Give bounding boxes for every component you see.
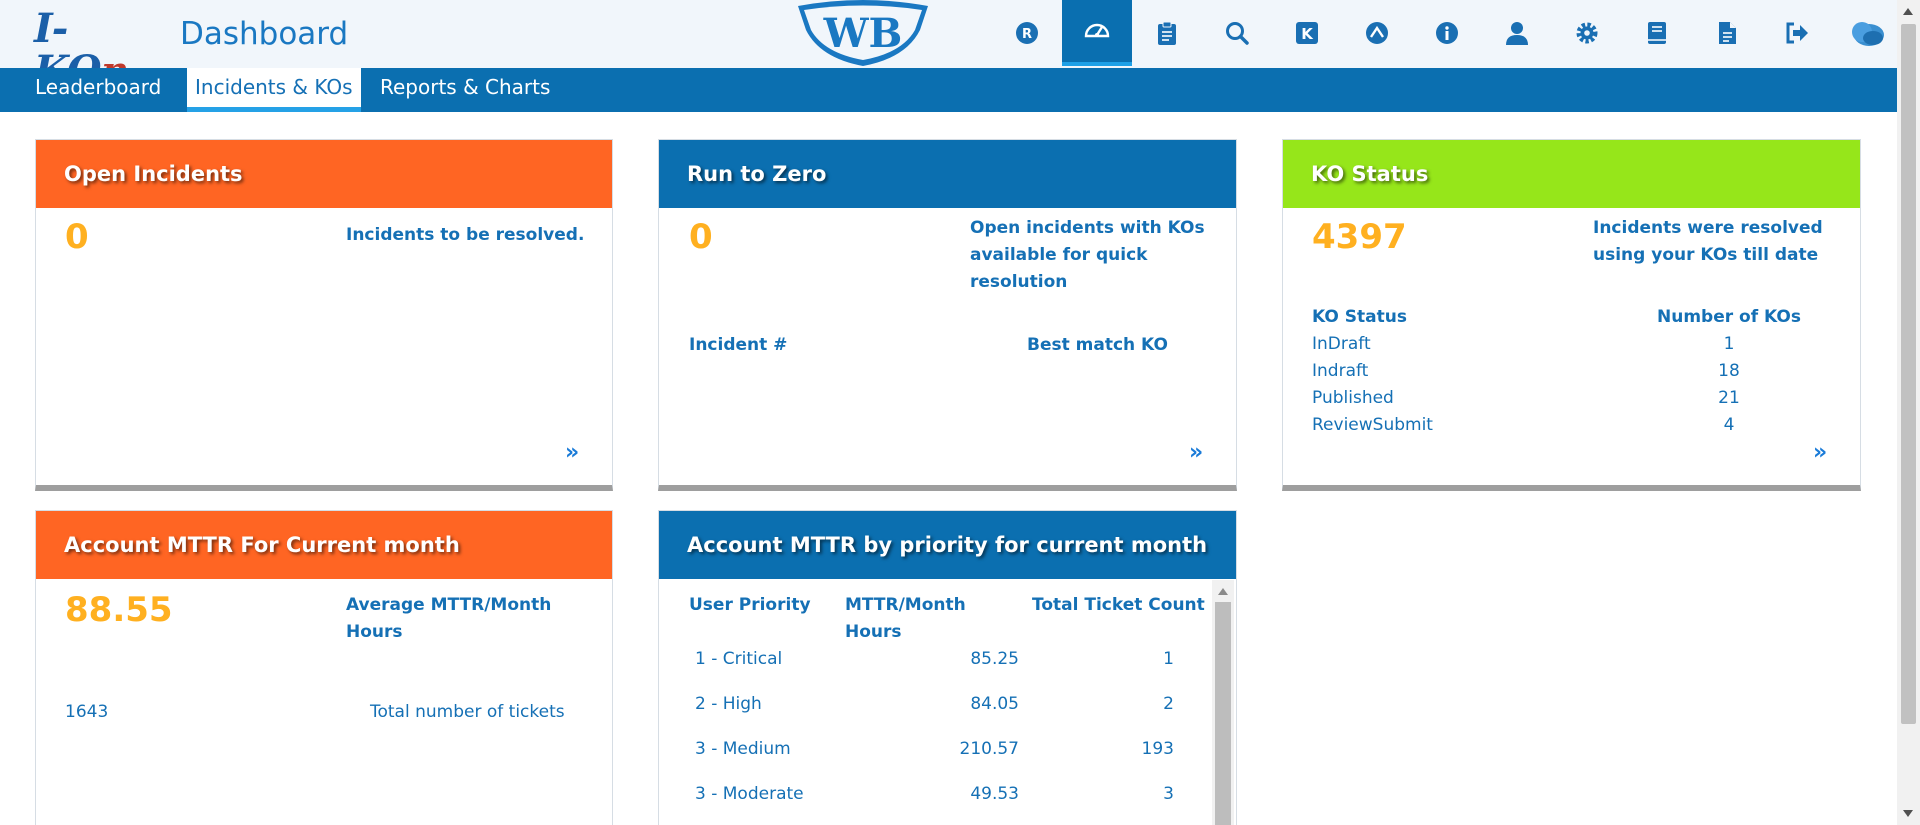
ko-status-row-count: 21 xyxy=(1718,388,1740,408)
priority-row-count: 1 xyxy=(1163,649,1174,669)
priority-row-label: 3 - Moderate xyxy=(695,784,804,804)
priority-row-label: 1 - Critical xyxy=(695,649,783,669)
ko-status-label-line-1: Incidents were resolved xyxy=(1593,218,1823,238)
scroll-down-arrow-icon[interactable] xyxy=(1903,810,1913,817)
open-incidents-label: Incidents to be resolved. xyxy=(346,225,585,245)
run-to-zero-col-incident: Incident # xyxy=(689,335,788,355)
book-icon[interactable] xyxy=(1622,0,1692,66)
search-icon[interactable] xyxy=(1202,0,1272,66)
run-to-zero-label-line-3: resolution xyxy=(970,272,1068,292)
ikon-logo[interactable]: I-KOη Incident Knowledge Object based St… xyxy=(34,8,149,98)
page-title: Dashboard xyxy=(180,16,349,52)
ko-status-col-status: KO Status xyxy=(1312,307,1407,327)
ko-status-row-count: 18 xyxy=(1718,361,1740,381)
ko-status-row-count: 4 xyxy=(1723,415,1735,435)
mttr-priority-card: Account MTTR by priority for current mon… xyxy=(658,510,1237,825)
ko-status-row-status: InDraft xyxy=(1312,334,1371,354)
mttr-tickets-label: Total number of tickets xyxy=(370,702,565,722)
svg-text:K: K xyxy=(1301,25,1314,43)
run-to-zero-col-ko: Best match KO xyxy=(1027,335,1168,355)
ko-status-row-count: 1 xyxy=(1723,334,1735,354)
info-icon[interactable] xyxy=(1412,0,1482,66)
scroll-up-arrow-icon[interactable] xyxy=(1903,8,1913,15)
mttr-priority-col-priority: User Priority xyxy=(689,595,811,615)
wb-logo-text: WB xyxy=(823,10,903,57)
ko-status-label: Incidents were resolved using your KOs t… xyxy=(1593,215,1823,269)
top-header: I-KOη Incident Knowledge Object based St… xyxy=(0,0,1897,98)
run-to-zero-value: 0 xyxy=(689,217,713,257)
priority-row-count: 2 xyxy=(1163,694,1174,714)
run-to-zero-label: Open incidents with KOs available for qu… xyxy=(970,215,1205,296)
mttr-month-title: Account MTTR For Current month xyxy=(36,511,612,579)
scrollbar-thumb[interactable] xyxy=(1901,24,1916,724)
ko-status-row-status: ReviewSubmit xyxy=(1312,415,1433,435)
priority-row-mttr: 85.25 xyxy=(970,649,1019,669)
run-to-zero-label-line-1: Open incidents with KOs xyxy=(970,218,1205,238)
priority-table-scrollbar[interactable] xyxy=(1212,580,1234,825)
ko-status-label-line-2: using your KOs till date xyxy=(1593,245,1819,265)
scrollbar-thumb[interactable] xyxy=(1215,602,1231,825)
open-incidents-card: Open Incidents 0 Incidents to be resolve… xyxy=(35,139,613,491)
priority-row-mttr: 210.57 xyxy=(959,739,1019,759)
scroll-up-arrow-icon[interactable] xyxy=(1218,588,1228,595)
ko-status-row-status: Indraft xyxy=(1312,361,1369,381)
mttr-priority-col-mttr-line-1: MTTR/Month xyxy=(845,595,966,615)
svg-text:R: R xyxy=(1022,27,1032,42)
mttr-month-label: Average MTTR/Month Hours xyxy=(346,595,552,642)
wb-logo: WB xyxy=(798,0,928,66)
page-scrollbar[interactable] xyxy=(1897,0,1920,825)
tab-reports-charts[interactable]: Reports & Charts xyxy=(380,68,550,112)
tab-incidents-kos[interactable]: Incidents & KOs xyxy=(187,68,361,112)
priority-row-mttr: 84.05 xyxy=(970,694,1019,714)
speedometer-icon[interactable] xyxy=(1062,0,1132,66)
clipboard-icon[interactable] xyxy=(1132,0,1202,66)
user-icon[interactable] xyxy=(1482,0,1552,66)
mttr-priority-title: Account MTTR by priority for current mon… xyxy=(659,511,1236,579)
priority-row-mttr: 49.53 xyxy=(970,784,1019,804)
mttr-month-value: 88.55 xyxy=(65,590,173,630)
mttr-priority-col-mttr: MTTR/Month Hours xyxy=(845,592,966,646)
priority-row-label: 3 - Medium xyxy=(695,739,791,759)
ko-status-value: 4397 xyxy=(1312,217,1407,257)
run-to-zero-card: Run to Zero 0 Open incidents with KOs av… xyxy=(658,139,1237,491)
run-to-zero-more-link[interactable]: » xyxy=(1189,440,1203,465)
cloud-avatar-icon[interactable] xyxy=(1832,0,1902,66)
gear-icon[interactable] xyxy=(1552,0,1622,66)
caret-up-circle-icon[interactable] xyxy=(1342,0,1412,66)
open-incidents-more-link[interactable]: » xyxy=(565,440,579,465)
open-incidents-title: Open Incidents xyxy=(36,140,612,208)
ko-status-title: KO Status xyxy=(1283,140,1860,208)
open-incidents-value: 0 xyxy=(65,217,89,257)
ko-status-more-link[interactable]: » xyxy=(1813,440,1827,465)
mttr-priority-col-mttr-line-2: Hours xyxy=(845,622,902,642)
priority-row-label: 2 - High xyxy=(695,694,762,714)
mttr-priority-col-count: Total Ticket Count xyxy=(1032,595,1205,615)
run-to-zero-title: Run to Zero xyxy=(659,140,1236,208)
r-circle-icon[interactable]: R xyxy=(992,0,1062,66)
ko-status-row-status: Published xyxy=(1312,388,1394,408)
document-icon[interactable] xyxy=(1692,0,1762,66)
priority-row-count: 3 xyxy=(1163,784,1174,804)
ko-status-col-count: Number of KOs xyxy=(1656,307,1802,327)
sign-out-icon[interactable] xyxy=(1762,0,1832,66)
mttr-tickets-value: 1643 xyxy=(65,702,109,722)
subnav: Leaderboard Incidents & KOs Reports & Ch… xyxy=(0,68,1897,112)
tab-leaderboard[interactable]: Leaderboard xyxy=(35,68,161,112)
mttr-month-card: Account MTTR For Current month 88.55 Ave… xyxy=(35,510,613,825)
ko-status-card: KO Status 4397 Incidents were resolved u… xyxy=(1282,139,1861,491)
run-to-zero-label-line-2: available for quick xyxy=(970,245,1148,265)
k-square-icon[interactable]: K xyxy=(1272,0,1342,66)
priority-row-count: 193 xyxy=(1141,739,1174,759)
